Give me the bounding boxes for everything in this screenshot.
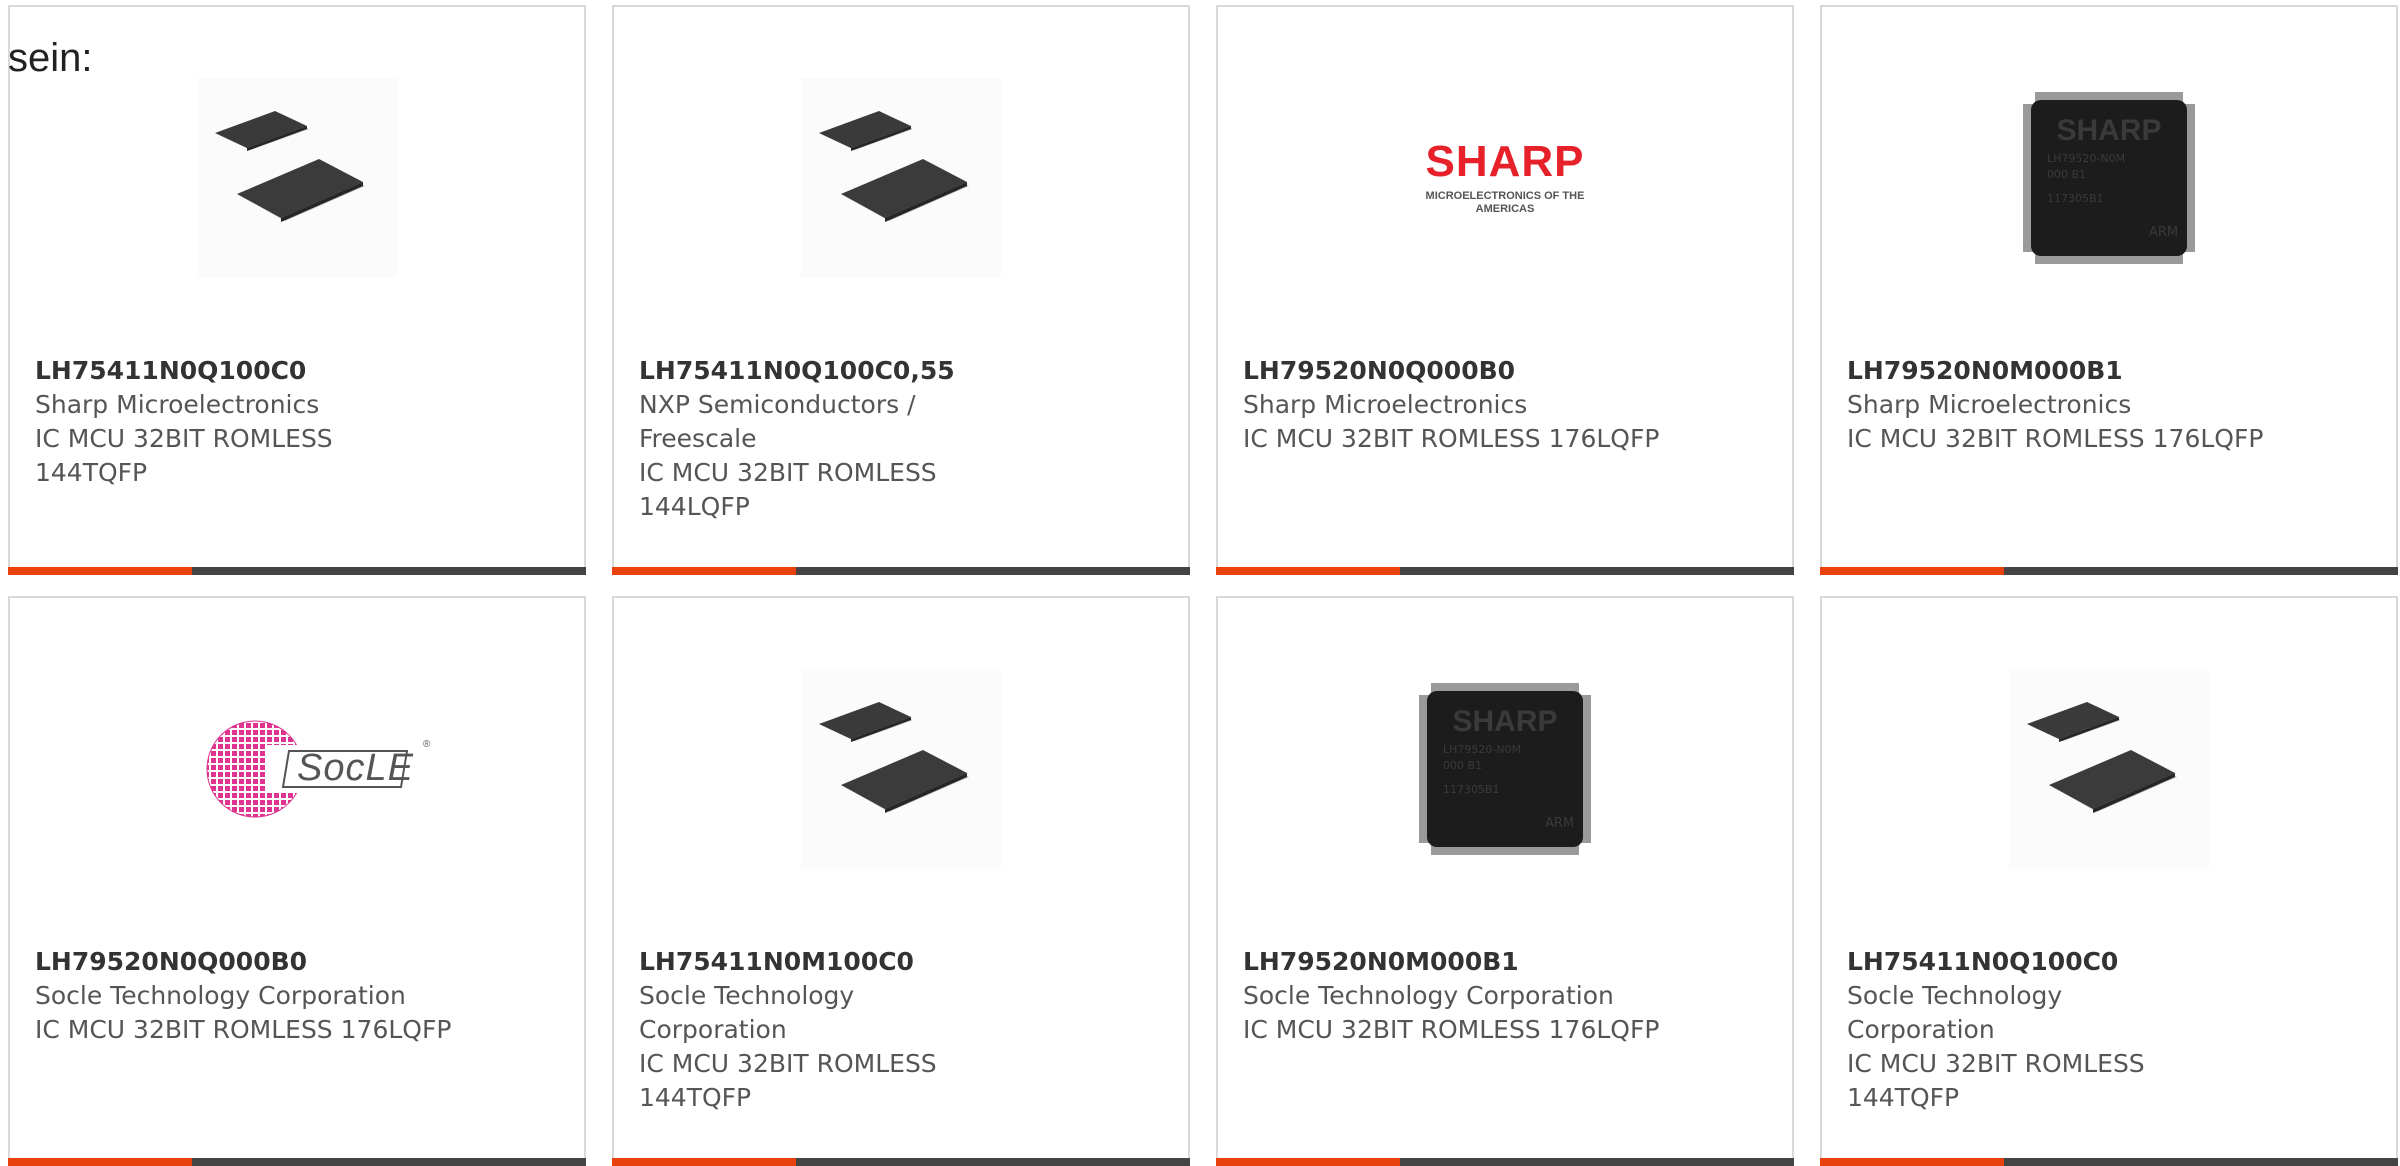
sharp-logo-word: SHARP — [1425, 137, 1585, 186]
chip-marking-line: LH79520-N0M — [1443, 743, 1521, 756]
card-accent-bar — [1216, 1158, 1794, 1166]
manufacturer-name: Sharp Microelectronics — [1847, 390, 2132, 419]
product-description: IC MCU 32BIT ROMLESS 144TQFP — [1847, 1049, 2145, 1112]
chip-package-icon — [2009, 669, 2209, 869]
manufacturer-name: NXP Semiconductors / Freescale — [639, 390, 916, 453]
product-card[interactable]: LH75411N0Q100C0 Socle Technology Corpora… — [1820, 596, 2398, 1166]
manufacturer-name: Socle Technology Corporation — [35, 981, 406, 1010]
card-accent-bar — [8, 567, 586, 575]
product-description: IC MCU 32BIT ROMLESS 144LQFP — [639, 458, 937, 521]
card-accent-bar — [8, 1158, 586, 1166]
product-description: IC MCU 32BIT ROMLESS 176LQFP — [1243, 1015, 1660, 1044]
part-number-link[interactable]: LH75411N0Q100C0,55 — [639, 354, 979, 388]
part-number-link[interactable]: LH79520N0M000B1 — [1847, 354, 2347, 388]
socle-logo: ® SocLE — [197, 669, 431, 869]
manufacturer-name: Socle Technology Corporation — [1847, 981, 2063, 1044]
sharp-chip-icon: SHARP LH79520-N0M 000 B1 117305B1 ARM — [2009, 78, 2209, 278]
card-accent-bar — [612, 567, 1190, 575]
product-description: IC MCU 32BIT ROMLESS 144TQFP — [639, 1049, 937, 1112]
chip-marking-line: 117305B1 — [2047, 192, 2104, 205]
product-card[interactable]: SHARP LH79520-N0M 000 B1 117305B1 ARM LH… — [1820, 5, 2398, 575]
card-accent-bar — [1820, 1158, 2398, 1166]
chip-marking-arm: ARM — [2149, 225, 2178, 240]
chip-marking-arm: ARM — [1545, 816, 1574, 831]
chip-package-icon — [197, 78, 397, 278]
chip-marking-line: LH79520-N0M — [2047, 152, 2125, 165]
part-number-link[interactable]: LH79520N0Q000B0 — [35, 945, 535, 979]
product-description: IC MCU 32BIT ROMLESS 176LQFP — [1243, 424, 1660, 453]
chip-marking-line: 000 B1 — [2047, 168, 2086, 181]
sharp-logo: SHARP MICROELECTRONICS OF THE AMERICAS — [1405, 78, 1605, 278]
socle-logo-word: SocLE — [297, 747, 414, 789]
product-description: IC MCU 32BIT ROMLESS 176LQFP — [1847, 424, 2264, 453]
product-card[interactable]: LH75411N0Q100C0 Sharp Microelectronics I… — [8, 5, 586, 575]
part-number-link[interactable]: LH75411N0M100C0 — [639, 945, 979, 979]
manufacturer-name: Socle Technology Corporation — [1243, 981, 1614, 1010]
chip-package-icon — [801, 669, 1001, 869]
sharp-logo-subtitle: MICROELECTRONICS OF THE AMERICAS — [1425, 190, 1585, 215]
manufacturer-name: Socle Technology Corporation — [639, 981, 855, 1044]
manufacturer-name: Sharp Microelectronics — [35, 390, 320, 419]
product-card[interactable]: LH75411N0Q100C0,55 NXP Semiconductors / … — [612, 5, 1190, 575]
chip-package-icon — [801, 78, 1001, 278]
svg-text:®: ® — [423, 739, 431, 750]
product-card[interactable]: ® SocLE LH79520N0Q000B0 Socle Technology… — [8, 596, 586, 1166]
card-accent-bar — [1820, 567, 2398, 575]
manufacturer-name: Sharp Microelectronics — [1243, 390, 1528, 419]
card-accent-bar — [1216, 567, 1794, 575]
chip-marking-brand: SHARP — [2056, 114, 2161, 147]
chip-marking-line: 000 B1 — [1443, 759, 1482, 772]
part-number-link[interactable]: LH79520N0M000B1 — [1243, 945, 1743, 979]
product-card[interactable]: SHARP LH79520-N0M 000 B1 117305B1 ARM LH… — [1216, 596, 1794, 1166]
product-card[interactable]: LH75411N0M100C0 Socle Technology Corpora… — [612, 596, 1190, 1166]
card-accent-bar — [612, 1158, 1190, 1166]
product-description: IC MCU 32BIT ROMLESS 144TQFP — [35, 424, 333, 487]
product-description: IC MCU 32BIT ROMLESS 176LQFP — [35, 1015, 452, 1044]
chip-marking-brand: SHARP — [1452, 705, 1557, 738]
part-number-link[interactable]: LH79520N0Q000B0 — [1243, 354, 1743, 388]
sharp-chip-icon: SHARP LH79520-N0M 000 B1 117305B1 ARM — [1405, 669, 1605, 869]
product-card[interactable]: SHARP MICROELECTRONICS OF THE AMERICAS L… — [1216, 5, 1794, 575]
part-number-link[interactable]: LH75411N0Q100C0 — [1847, 945, 2187, 979]
part-number-link[interactable]: LH75411N0Q100C0 — [35, 354, 375, 388]
intro-text: sein: — [8, 36, 93, 80]
chip-marking-line: 117305B1 — [1443, 783, 1500, 796]
